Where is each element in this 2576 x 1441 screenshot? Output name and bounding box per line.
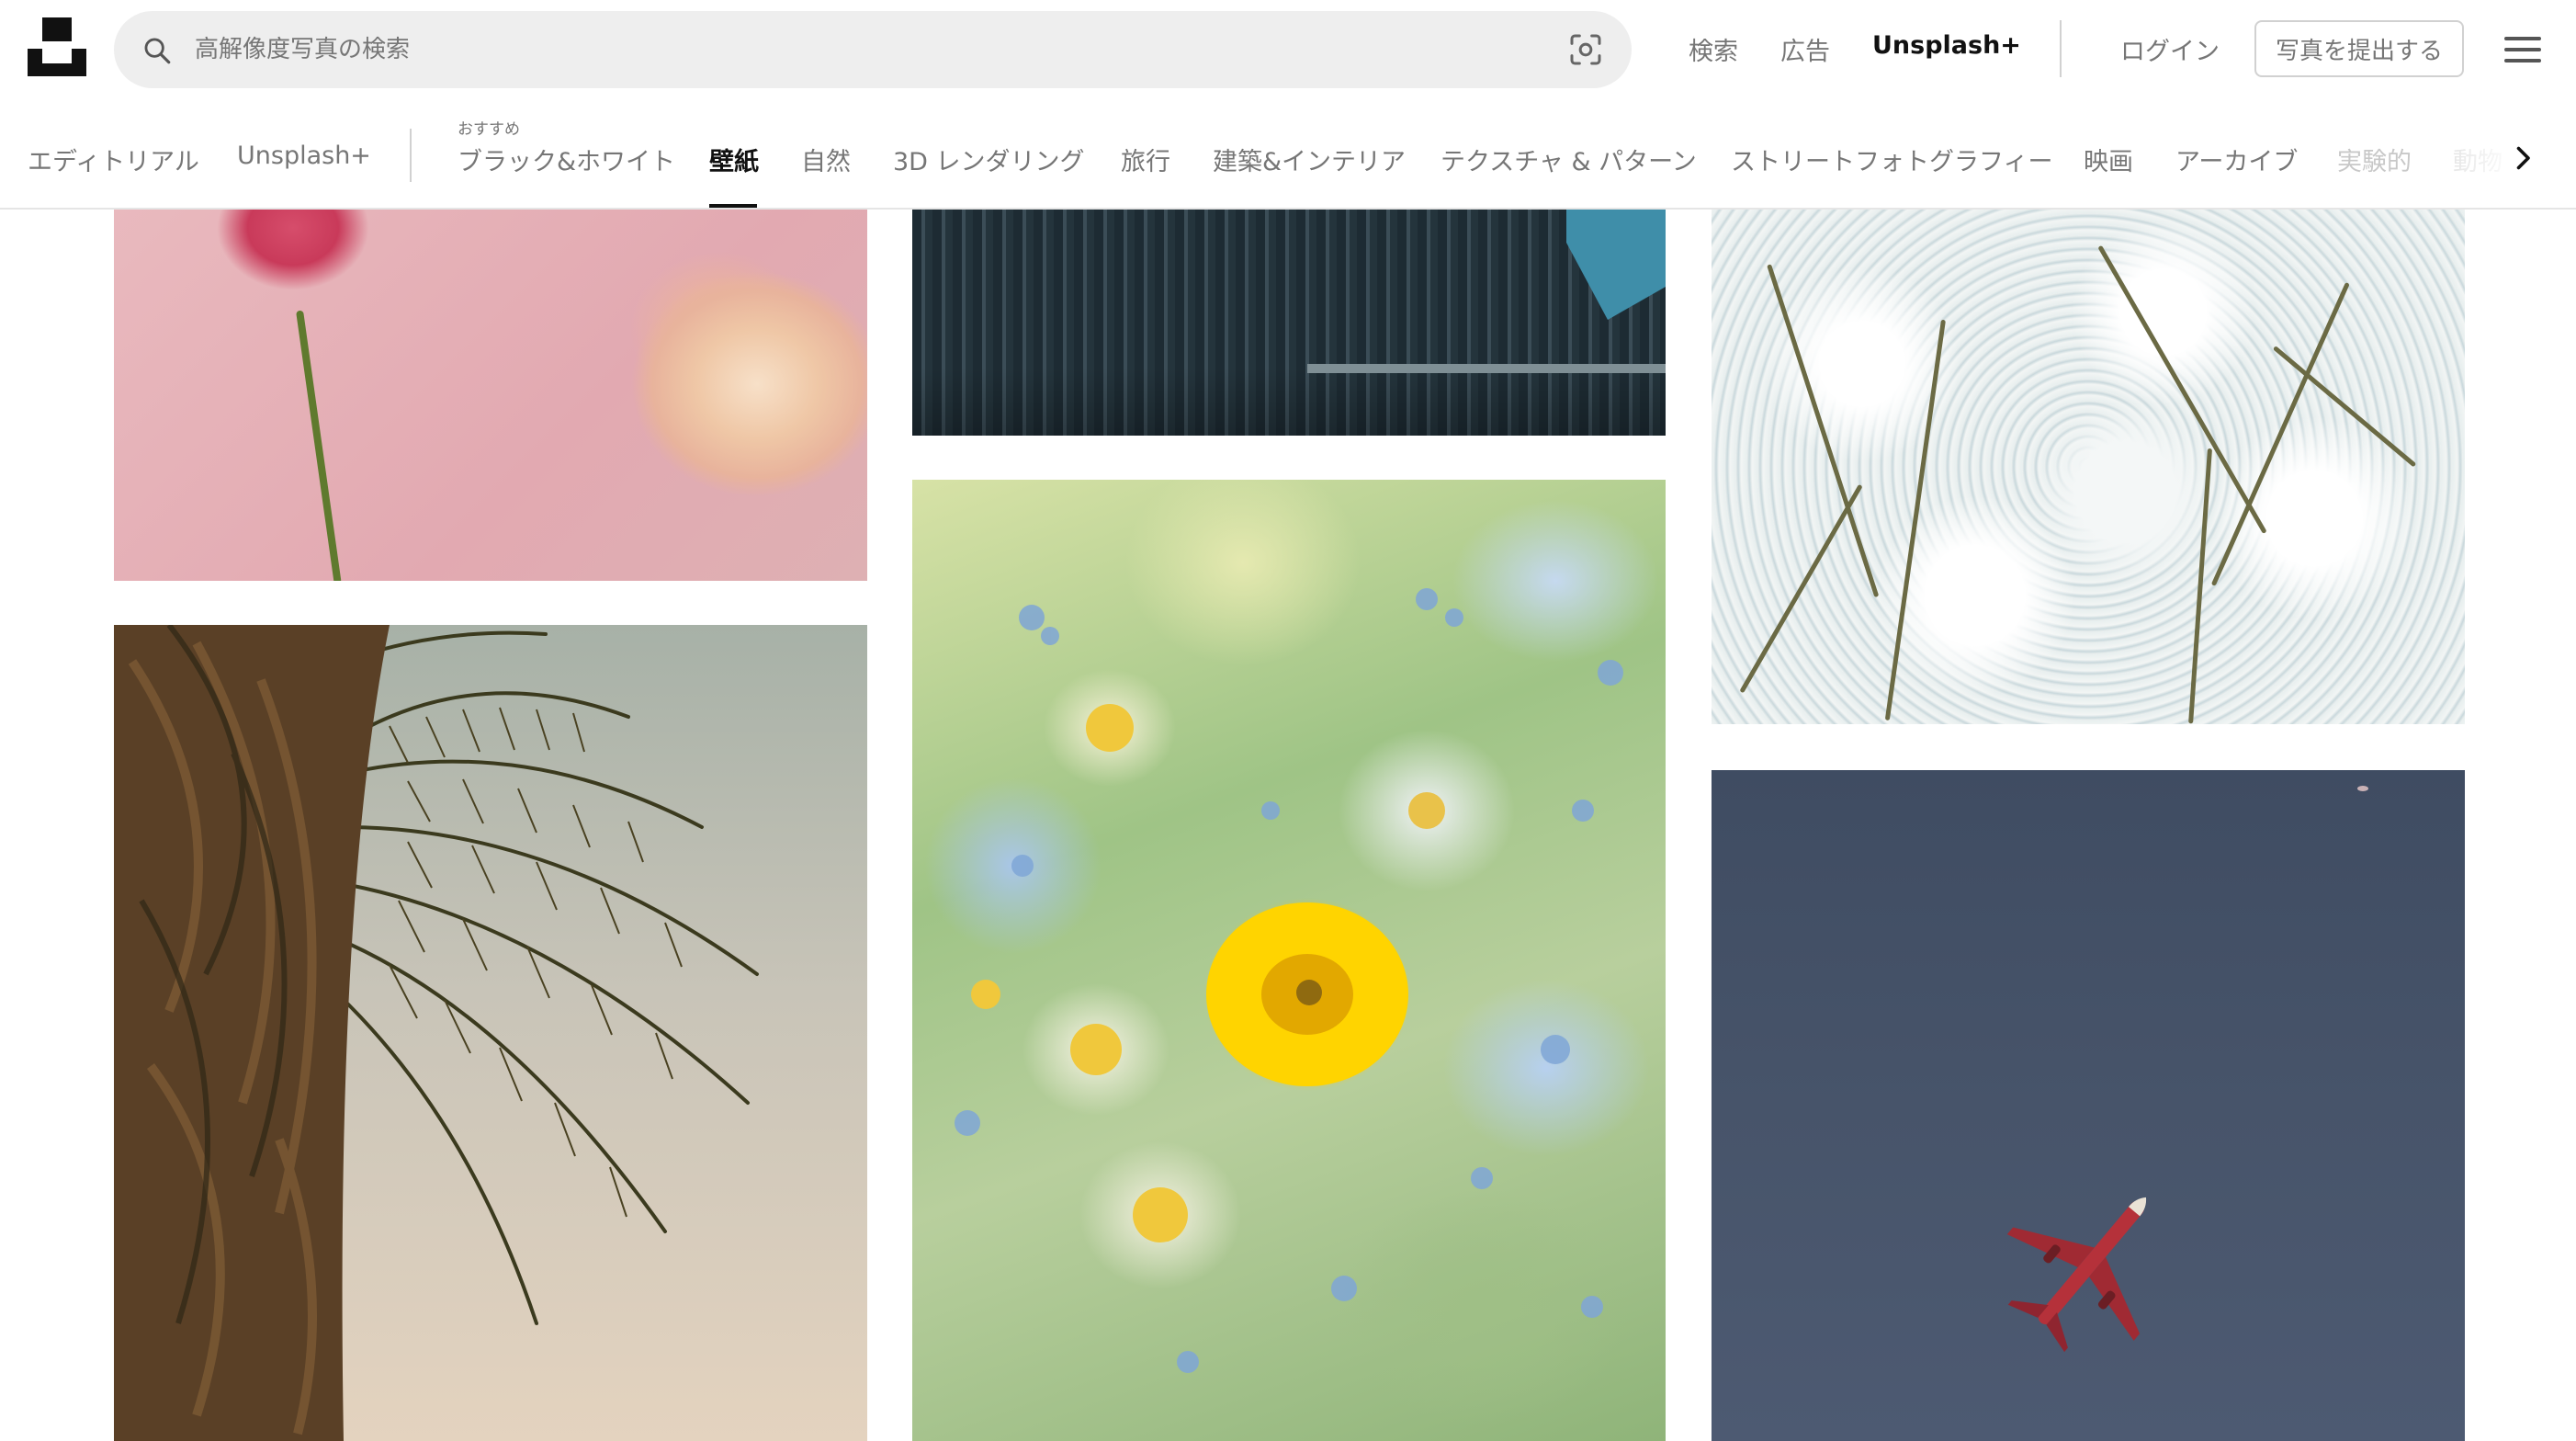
unsplash-logo-icon[interactable] xyxy=(28,17,86,76)
category-tabs: エディトリアル Unsplash+ おすすめ ブラック&ホワイト 壁紙 自然 3… xyxy=(0,99,2576,210)
tab-architecture-interiors[interactable]: 建築&インテリア xyxy=(1213,142,1406,177)
tabs-divider xyxy=(410,129,412,182)
tab-textures-patterns[interactable]: テクスチャ & パターン xyxy=(1441,142,1697,177)
photo-ranunculus[interactable] xyxy=(114,210,867,581)
tab-street-photography[interactable]: ストリートフォトグラフィー xyxy=(1731,142,2052,177)
photo-blossom[interactable] xyxy=(1712,210,2465,724)
tab-3d-renders[interactable]: 3D レンダリング xyxy=(893,142,1085,177)
photo-plane[interactable] xyxy=(1712,770,2465,1441)
tab-black-white[interactable]: ブラック&ホワイト xyxy=(458,142,675,177)
bird-graphic xyxy=(2357,786,2368,791)
tab-film[interactable]: 映画 xyxy=(2084,142,2133,177)
visual-search-icon[interactable] xyxy=(1567,31,1604,68)
active-tab-indicator xyxy=(709,204,757,208)
photo-building[interactable] xyxy=(912,210,1666,436)
airplane-graphic xyxy=(2006,1197,2147,1353)
tab-travel[interactable]: 旅行 xyxy=(1121,142,1170,177)
login-link[interactable]: ログイン xyxy=(2120,31,2220,67)
search-icon[interactable] xyxy=(141,35,173,66)
palm-fronds-graphic xyxy=(114,625,759,1441)
recommended-caption: おすすめ xyxy=(458,120,520,139)
daisies-graphic xyxy=(955,588,1623,1373)
tab-nature[interactable]: 自然 xyxy=(801,142,851,177)
chevron-right-icon[interactable] xyxy=(2506,142,2539,175)
tab-experimental[interactable]: 実験的 xyxy=(2337,142,2412,177)
submit-photo-button[interactable]: 写真を提出する xyxy=(2254,20,2464,77)
search-input[interactable] xyxy=(195,11,1499,88)
tab-unsplash-plus[interactable]: Unsplash+ xyxy=(237,142,371,170)
search-bar[interactable] xyxy=(114,11,1632,88)
tab-archival[interactable]: アーカイブ xyxy=(2175,142,2298,177)
photo-palm[interactable] xyxy=(114,625,867,1441)
hamburger-menu-icon[interactable] xyxy=(2504,35,2541,64)
flower-stem xyxy=(296,310,342,581)
photo-daisies[interactable] xyxy=(912,480,1666,1441)
nav-search-link[interactable]: 検索 xyxy=(1689,31,1738,67)
header-divider xyxy=(2060,20,2062,77)
tab-editorial[interactable]: エディトリアル xyxy=(28,142,199,177)
top-header: 検索 広告 Unsplash+ ログイン 写真を提出する xyxy=(0,0,2576,99)
nav-ads-link[interactable]: 広告 xyxy=(1780,31,1830,67)
nav-unsplash-plus-link[interactable]: Unsplash+ xyxy=(1872,31,2021,60)
sky-area xyxy=(1566,210,1666,320)
building-ledge xyxy=(1307,364,1666,373)
tab-wallpapers[interactable]: 壁紙 xyxy=(709,142,759,177)
